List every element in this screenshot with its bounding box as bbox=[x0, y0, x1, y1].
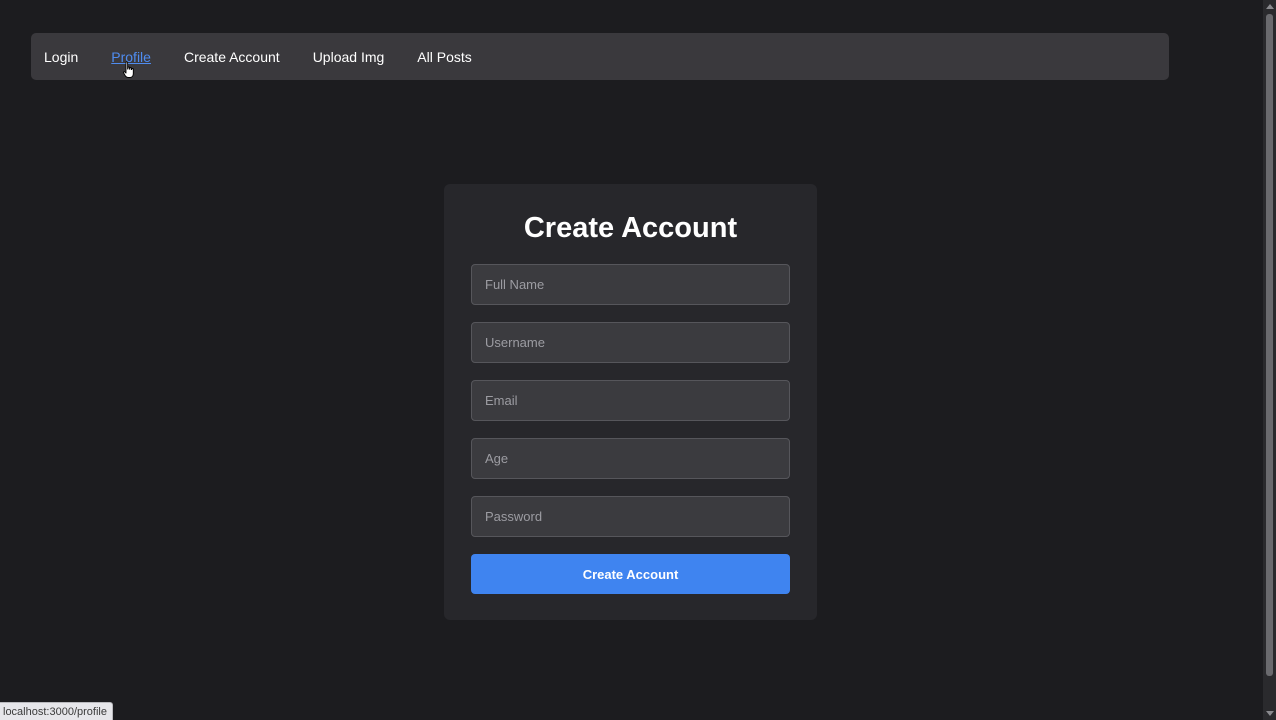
nav-link-login[interactable]: Login bbox=[44, 49, 78, 65]
full-name-input[interactable] bbox=[471, 264, 790, 305]
link-status-bar: localhost:3000/profile bbox=[0, 702, 113, 720]
scrollbar-thumb[interactable] bbox=[1266, 14, 1273, 676]
hand-pointer-icon bbox=[123, 61, 134, 78]
nav-link-upload-img[interactable]: Upload Img bbox=[313, 49, 385, 65]
password-input[interactable] bbox=[471, 496, 790, 537]
nav-link-all-posts[interactable]: All Posts bbox=[417, 49, 471, 65]
vertical-scrollbar[interactable] bbox=[1263, 0, 1276, 720]
age-input[interactable] bbox=[471, 438, 790, 479]
form-title: Create Account bbox=[523, 212, 738, 244]
nav-link-create-account[interactable]: Create Account bbox=[184, 49, 280, 65]
scroll-down-arrow-icon[interactable] bbox=[1266, 711, 1274, 716]
scroll-up-arrow-icon[interactable] bbox=[1266, 4, 1274, 9]
create-account-button[interactable]: Create Account bbox=[471, 554, 790, 594]
username-input[interactable] bbox=[471, 322, 790, 363]
top-navbar: Login Profile Create Account Upload Img … bbox=[31, 33, 1169, 80]
page: Login Profile Create Account Upload Img … bbox=[0, 0, 1276, 720]
create-account-card: Create Account Create Account bbox=[444, 184, 817, 620]
email-input[interactable] bbox=[471, 380, 790, 421]
